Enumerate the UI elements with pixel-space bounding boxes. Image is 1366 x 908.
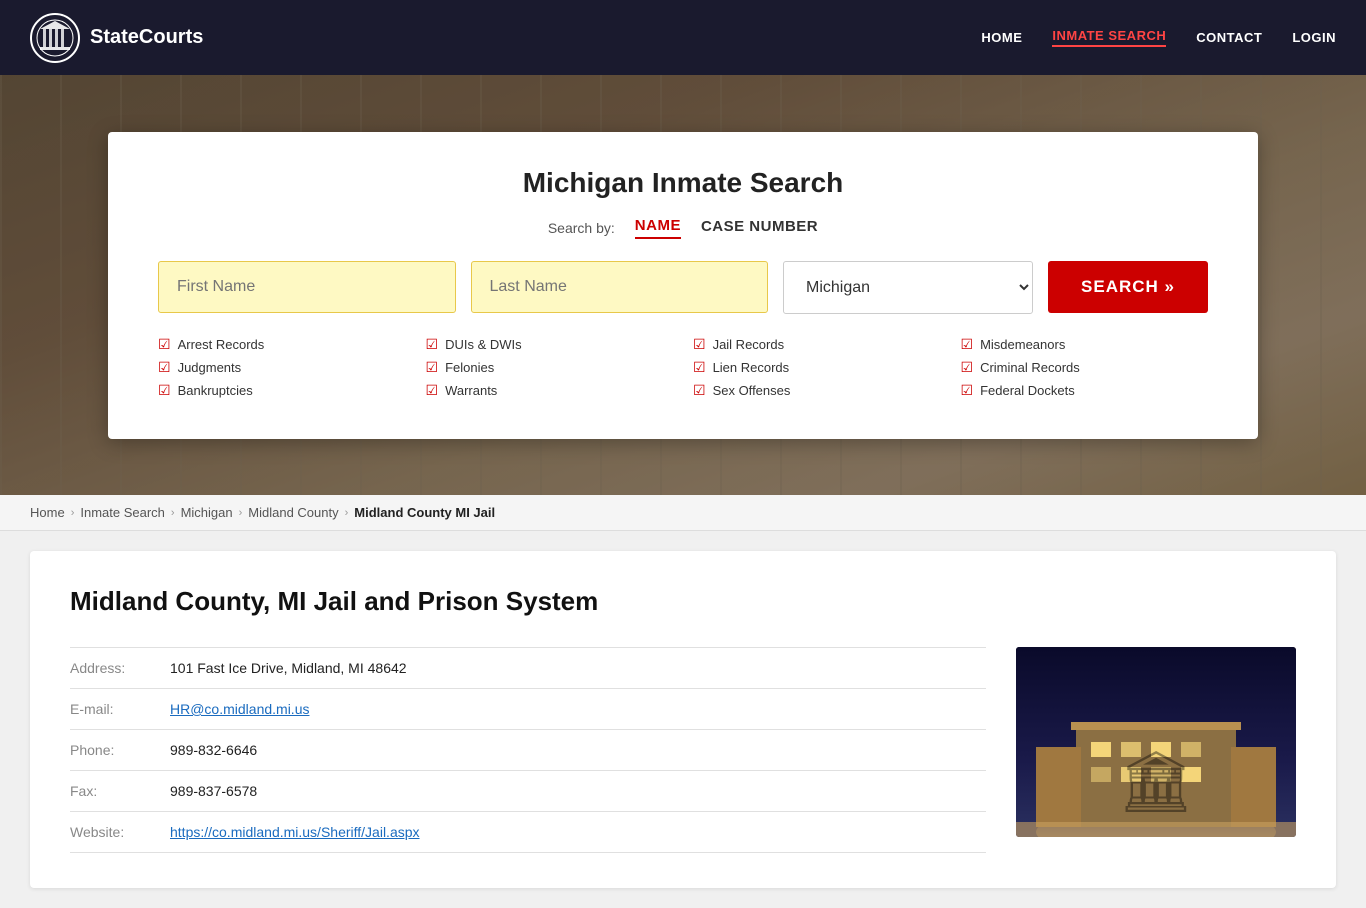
- checkboxes-grid: ☑ Arrest Records ☑ DUIs & DWIs ☑ Jail Re…: [158, 336, 1208, 399]
- checkbox-felonies: ☑ Felonies: [426, 359, 674, 376]
- check-icon-judgments: ☑: [158, 359, 171, 376]
- breadcrumb-home[interactable]: Home: [30, 505, 65, 520]
- breadcrumb-sep-3: ›: [239, 507, 243, 519]
- breadcrumb-sep-2: ›: [171, 507, 175, 519]
- website-value[interactable]: https://co.midland.mi.us/Sheriff/Jail.as…: [170, 824, 420, 840]
- search-by-label: Search by:: [548, 220, 615, 236]
- nav-login[interactable]: LOGIN: [1292, 30, 1336, 45]
- nav-contact[interactable]: CONTACT: [1196, 30, 1262, 45]
- state-select[interactable]: Michigan: [783, 261, 1033, 314]
- check-icon-warrants: ☑: [426, 382, 439, 399]
- check-icon-felonies: ☑: [426, 359, 439, 376]
- checkbox-judgments: ☑ Judgments: [158, 359, 406, 376]
- check-icon-misdemeanors: ☑: [961, 336, 974, 353]
- last-name-input[interactable]: [471, 261, 769, 313]
- header: StateCourts HOME INMATE SEARCH CONTACT L…: [0, 0, 1366, 75]
- checkbox-label-jail: Jail Records: [713, 337, 785, 352]
- logo-icon: [30, 13, 80, 63]
- nav-inmate-search[interactable]: INMATE SEARCH: [1052, 28, 1166, 47]
- checkbox-label-sex-offenses: Sex Offenses: [713, 383, 791, 398]
- email-label: E-mail:: [70, 701, 170, 717]
- checkbox-arrest-records: ☑ Arrest Records: [158, 336, 406, 353]
- checkbox-label-duis: DUIs & DWIs: [445, 337, 522, 352]
- breadcrumb: Home › Inmate Search › Michigan › Midlan…: [0, 495, 1366, 531]
- info-row-phone: Phone: 989-832-6646: [70, 730, 986, 771]
- breadcrumb-county[interactable]: Midland County: [248, 505, 338, 520]
- address-value: 101 Fast Ice Drive, Midland, MI 48642: [170, 660, 407, 676]
- check-icon-arrest: ☑: [158, 336, 171, 353]
- checkbox-label-lien: Lien Records: [713, 360, 790, 375]
- checkbox-label-misdemeanors: Misdemeanors: [980, 337, 1065, 352]
- check-icon-bankruptcies: ☑: [158, 382, 171, 399]
- checkbox-lien-records: ☑ Lien Records: [693, 359, 941, 376]
- email-value[interactable]: HR@co.midland.mi.us: [170, 701, 309, 717]
- website-label: Website:: [70, 824, 170, 840]
- building-image: [1016, 647, 1296, 837]
- breadcrumb-inmate-search[interactable]: Inmate Search: [80, 505, 165, 520]
- checkbox-criminal-records: ☑ Criminal Records: [961, 359, 1209, 376]
- breadcrumb-state[interactable]: Michigan: [181, 505, 233, 520]
- check-icon-federal: ☑: [961, 382, 974, 399]
- info-row-website: Website: https://co.midland.mi.us/Sherif…: [70, 812, 986, 853]
- info-row-email: E-mail: HR@co.midland.mi.us: [70, 689, 986, 730]
- breadcrumb-current: Midland County MI Jail: [354, 505, 495, 520]
- checkbox-sex-offenses: ☑ Sex Offenses: [693, 382, 941, 399]
- checkbox-duis: ☑ DUIs & DWIs: [426, 336, 674, 353]
- content-area: Midland County, MI Jail and Prison Syste…: [0, 531, 1366, 908]
- breadcrumb-sep-1: ›: [71, 507, 75, 519]
- content-card: Midland County, MI Jail and Prison Syste…: [30, 551, 1336, 888]
- checkbox-label-warrants: Warrants: [445, 383, 497, 398]
- content-title: Midland County, MI Jail and Prison Syste…: [70, 586, 1296, 617]
- checkbox-misdemeanors: ☑ Misdemeanors: [961, 336, 1209, 353]
- check-icon-lien: ☑: [693, 359, 706, 376]
- fax-value: 989-837-6578: [170, 783, 257, 799]
- search-title: Michigan Inmate Search: [158, 167, 1208, 199]
- check-icon-duis: ☑: [426, 336, 439, 353]
- info-table: Address: 101 Fast Ice Drive, Midland, MI…: [70, 647, 986, 853]
- checkbox-label-federal: Federal Dockets: [980, 383, 1075, 398]
- nav-home[interactable]: HOME: [981, 30, 1022, 45]
- tab-case-number[interactable]: CASE NUMBER: [701, 218, 818, 238]
- checkbox-label-arrest: Arrest Records: [178, 337, 265, 352]
- info-row-address: Address: 101 Fast Ice Drive, Midland, MI…: [70, 648, 986, 689]
- check-icon-jail: ☑: [693, 336, 706, 353]
- check-icon-criminal: ☑: [961, 359, 974, 376]
- checkbox-jail-records: ☑ Jail Records: [693, 336, 941, 353]
- tab-name[interactable]: NAME: [635, 217, 681, 239]
- fax-label: Fax:: [70, 783, 170, 799]
- hero-section: Michigan Inmate Search Search by: NAME C…: [0, 75, 1366, 495]
- info-layout: Address: 101 Fast Ice Drive, Midland, MI…: [70, 647, 1296, 853]
- search-button[interactable]: SEARCH »: [1048, 261, 1208, 313]
- search-modal: Michigan Inmate Search Search by: NAME C…: [108, 132, 1258, 439]
- nav-links: HOME INMATE SEARCH CONTACT LOGIN: [981, 28, 1336, 47]
- address-label: Address:: [70, 660, 170, 676]
- checkbox-label-bankruptcies: Bankruptcies: [178, 383, 253, 398]
- search-inputs-row: Michigan SEARCH »: [158, 261, 1208, 314]
- phone-value: 989-832-6646: [170, 742, 257, 758]
- first-name-input[interactable]: [158, 261, 456, 313]
- checkbox-label-criminal: Criminal Records: [980, 360, 1080, 375]
- checkbox-warrants: ☑ Warrants: [426, 382, 674, 399]
- phone-label: Phone:: [70, 742, 170, 758]
- logo-area: StateCourts: [30, 13, 203, 63]
- info-row-fax: Fax: 989-837-6578: [70, 771, 986, 812]
- check-icon-sex-offenses: ☑: [693, 382, 706, 399]
- checkbox-label-judgments: Judgments: [178, 360, 242, 375]
- breadcrumb-sep-4: ›: [345, 507, 349, 519]
- checkbox-federal-dockets: ☑ Federal Dockets: [961, 382, 1209, 399]
- checkbox-bankruptcies: ☑ Bankruptcies: [158, 382, 406, 399]
- checkbox-label-felonies: Felonies: [445, 360, 494, 375]
- search-by-row: Search by: NAME CASE NUMBER: [158, 217, 1208, 239]
- logo-text: StateCourts: [90, 26, 203, 49]
